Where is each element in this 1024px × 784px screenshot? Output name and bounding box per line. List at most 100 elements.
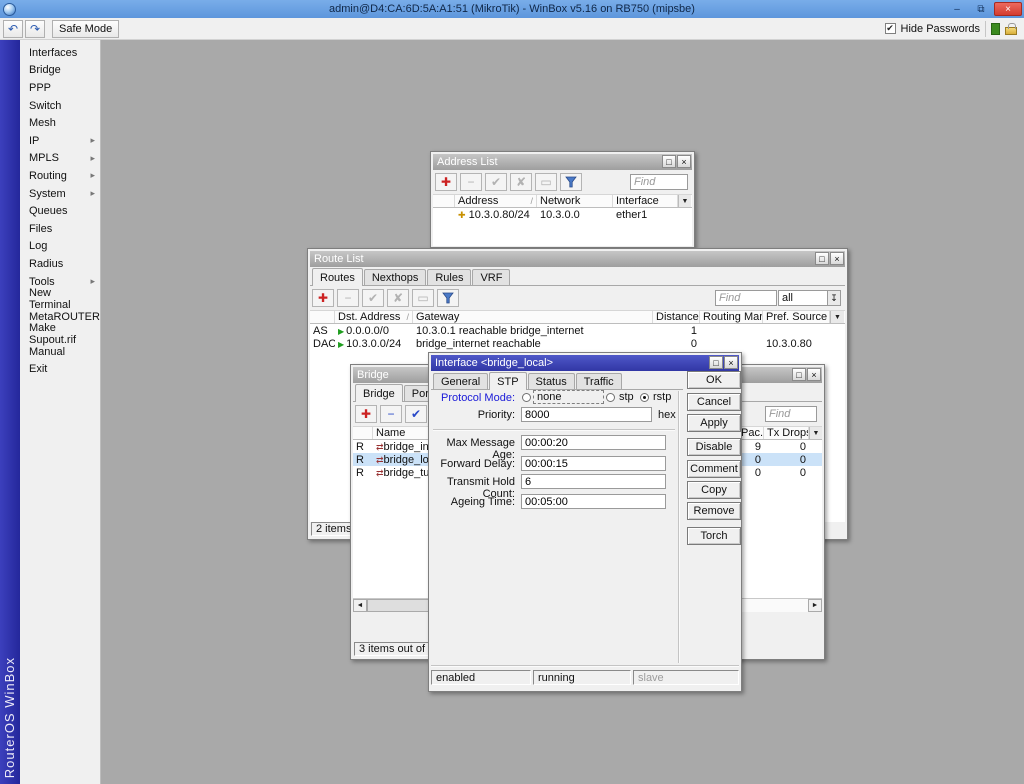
ok-button[interactable]: OK bbox=[687, 371, 741, 389]
close-icon[interactable]: × bbox=[830, 252, 844, 265]
sidebar-item-log[interactable]: Log bbox=[20, 238, 100, 256]
column-routing-mark[interactable]: Routing Mark bbox=[700, 311, 763, 323]
remove-button[interactable]: − bbox=[380, 405, 402, 423]
column-dst-address[interactable]: Dst. Address/ bbox=[335, 311, 413, 323]
column-gateway[interactable]: Gateway bbox=[413, 311, 653, 323]
sidebar-item-bridge[interactable]: Bridge bbox=[20, 62, 100, 80]
sidebar-item-mesh[interactable]: Mesh bbox=[20, 114, 100, 132]
brand-text: RouterOS WinBox bbox=[2, 657, 17, 778]
undo-button[interactable]: ↶ bbox=[3, 20, 23, 38]
transmit-hold-count-field[interactable] bbox=[521, 474, 666, 489]
maximize-icon[interactable]: □ bbox=[815, 252, 829, 265]
sidebar-item-queues[interactable]: Queues bbox=[20, 202, 100, 220]
tab-vrf[interactable]: VRF bbox=[472, 269, 510, 285]
tab-bridge[interactable]: Bridge bbox=[355, 384, 403, 402]
table-row[interactable]: AS ▶0.0.0.0/0 10.3.0.1 reachable bridge_… bbox=[310, 324, 845, 337]
tab-traffic[interactable]: Traffic bbox=[576, 373, 622, 389]
remove-button[interactable]: − bbox=[337, 289, 359, 307]
disable-button[interactable]: ✘ bbox=[387, 289, 409, 307]
sidebar-item-mpls[interactable]: MPLS▸ bbox=[20, 150, 100, 168]
find-input[interactable] bbox=[765, 406, 817, 422]
sidebar-item-make-supout[interactable]: Make Supout.rif bbox=[20, 326, 100, 344]
protocol-stp-radio[interactable] bbox=[606, 393, 615, 402]
sidebar-item-routing[interactable]: Routing▸ bbox=[20, 167, 100, 185]
cancel-button[interactable]: Cancel bbox=[687, 393, 741, 411]
close-button[interactable]: × bbox=[994, 2, 1022, 16]
forward-delay-field[interactable] bbox=[521, 456, 666, 471]
protocol-none-option[interactable]: none bbox=[533, 390, 604, 404]
remove-button[interactable]: Remove bbox=[687, 502, 741, 520]
column-distance[interactable]: Distance bbox=[653, 311, 700, 323]
column-tx-drops[interactable]: Tx Drops bbox=[764, 427, 809, 439]
tab-stp[interactable]: STP bbox=[489, 372, 526, 390]
sidebar-item-system[interactable]: System▸ bbox=[20, 185, 100, 203]
redo-button[interactable]: ↷ bbox=[25, 20, 45, 38]
add-button[interactable]: ✚ bbox=[435, 173, 457, 191]
add-button[interactable]: ✚ bbox=[312, 289, 334, 307]
filter-button[interactable] bbox=[437, 289, 459, 307]
maximize-icon[interactable]: □ bbox=[709, 356, 723, 369]
sidebar-item-interfaces[interactable]: Interfaces bbox=[20, 44, 100, 62]
protocol-rstp-radio[interactable] bbox=[640, 393, 649, 402]
disable-button[interactable]: Disable bbox=[687, 438, 741, 456]
remove-button[interactable]: − bbox=[460, 173, 482, 191]
enable-button[interactable]: ✔ bbox=[405, 405, 427, 423]
minimize-button[interactable]: – bbox=[946, 2, 968, 16]
max-message-age-field[interactable] bbox=[521, 435, 666, 450]
maximize-icon[interactable]: □ bbox=[662, 155, 676, 168]
enable-button[interactable]: ✔ bbox=[362, 289, 384, 307]
priority-field[interactable] bbox=[521, 407, 652, 422]
sidebar-item-ppp[interactable]: PPP bbox=[20, 79, 100, 97]
column-interface[interactable]: Interface bbox=[613, 195, 678, 207]
find-input[interactable] bbox=[715, 290, 777, 306]
column-network[interactable]: Network bbox=[537, 195, 613, 207]
route-list-titlebar[interactable]: Route List □ × bbox=[310, 251, 845, 267]
comment-button[interactable]: ▭ bbox=[412, 289, 434, 307]
column-chooser-icon[interactable]: ▼ bbox=[830, 311, 844, 323]
dialog-titlebar[interactable]: Interface <bridge_local> □ × bbox=[431, 355, 739, 371]
restore-button[interactable]: ⧉ bbox=[970, 2, 992, 16]
sidebar-item-exit[interactable]: Exit bbox=[20, 361, 100, 379]
sidebar-item-files[interactable]: Files bbox=[20, 220, 100, 238]
column-chooser-icon[interactable]: ▼ bbox=[809, 427, 822, 439]
apply-button[interactable]: Apply bbox=[687, 414, 741, 432]
column-pref-source[interactable]: Pref. Source bbox=[763, 311, 830, 323]
column-chooser-icon[interactable]: ▼ bbox=[678, 195, 691, 207]
comment-button[interactable]: Comment bbox=[687, 460, 741, 478]
safe-mode-button[interactable]: Safe Mode bbox=[52, 20, 119, 38]
maximize-icon[interactable]: □ bbox=[792, 368, 806, 381]
torch-button[interactable]: Torch bbox=[687, 527, 741, 545]
protocol-none-radio[interactable] bbox=[522, 393, 531, 402]
tab-status[interactable]: Status bbox=[528, 373, 575, 389]
combo-drop-icon[interactable]: ↧ bbox=[827, 290, 841, 306]
close-icon[interactable]: × bbox=[724, 356, 738, 369]
add-button[interactable]: ✚ bbox=[355, 405, 377, 423]
tab-rules[interactable]: Rules bbox=[427, 269, 471, 285]
tab-general[interactable]: General bbox=[433, 373, 488, 389]
tab-nexthops[interactable]: Nexthops bbox=[364, 269, 426, 285]
disable-button[interactable]: ✘ bbox=[510, 173, 532, 191]
close-icon[interactable]: × bbox=[677, 155, 691, 168]
sidebar-item-new-terminal[interactable]: New Terminal bbox=[20, 290, 100, 308]
table-row[interactable]: DAC ▶10.3.0.0/24 bridge_internet reachab… bbox=[310, 337, 845, 350]
filter-icon bbox=[565, 176, 577, 188]
sidebar-item-switch[interactable]: Switch bbox=[20, 97, 100, 115]
window-title: admin@D4:CA:6D:5A:A1:51 (MikroTik) - Win… bbox=[0, 3, 1024, 15]
scroll-right-icon[interactable]: ► bbox=[808, 599, 822, 612]
table-row[interactable]: ✚ 10.3.0.80/24 10.3.0.0 ether1 bbox=[433, 208, 692, 221]
column-address[interactable]: Address/ bbox=[455, 195, 537, 207]
copy-button[interactable]: Copy bbox=[687, 481, 741, 499]
hide-passwords-checkbox[interactable]: ✔ bbox=[885, 23, 896, 34]
sidebar-item-ip[interactable]: IP▸ bbox=[20, 132, 100, 150]
enable-button[interactable]: ✔ bbox=[485, 173, 507, 191]
filter-button[interactable] bbox=[560, 173, 582, 191]
route-filter-combobox[interactable]: all bbox=[778, 290, 828, 306]
scroll-left-icon[interactable]: ◄ bbox=[353, 599, 367, 612]
ageing-time-field[interactable] bbox=[521, 494, 666, 509]
address-list-titlebar[interactable]: Address List □ × bbox=[433, 154, 692, 170]
find-input[interactable] bbox=[630, 174, 688, 190]
close-icon[interactable]: × bbox=[807, 368, 821, 381]
sidebar-item-radius[interactable]: Radius bbox=[20, 255, 100, 273]
comment-button[interactable]: ▭ bbox=[535, 173, 557, 191]
tab-routes[interactable]: Routes bbox=[312, 268, 363, 286]
